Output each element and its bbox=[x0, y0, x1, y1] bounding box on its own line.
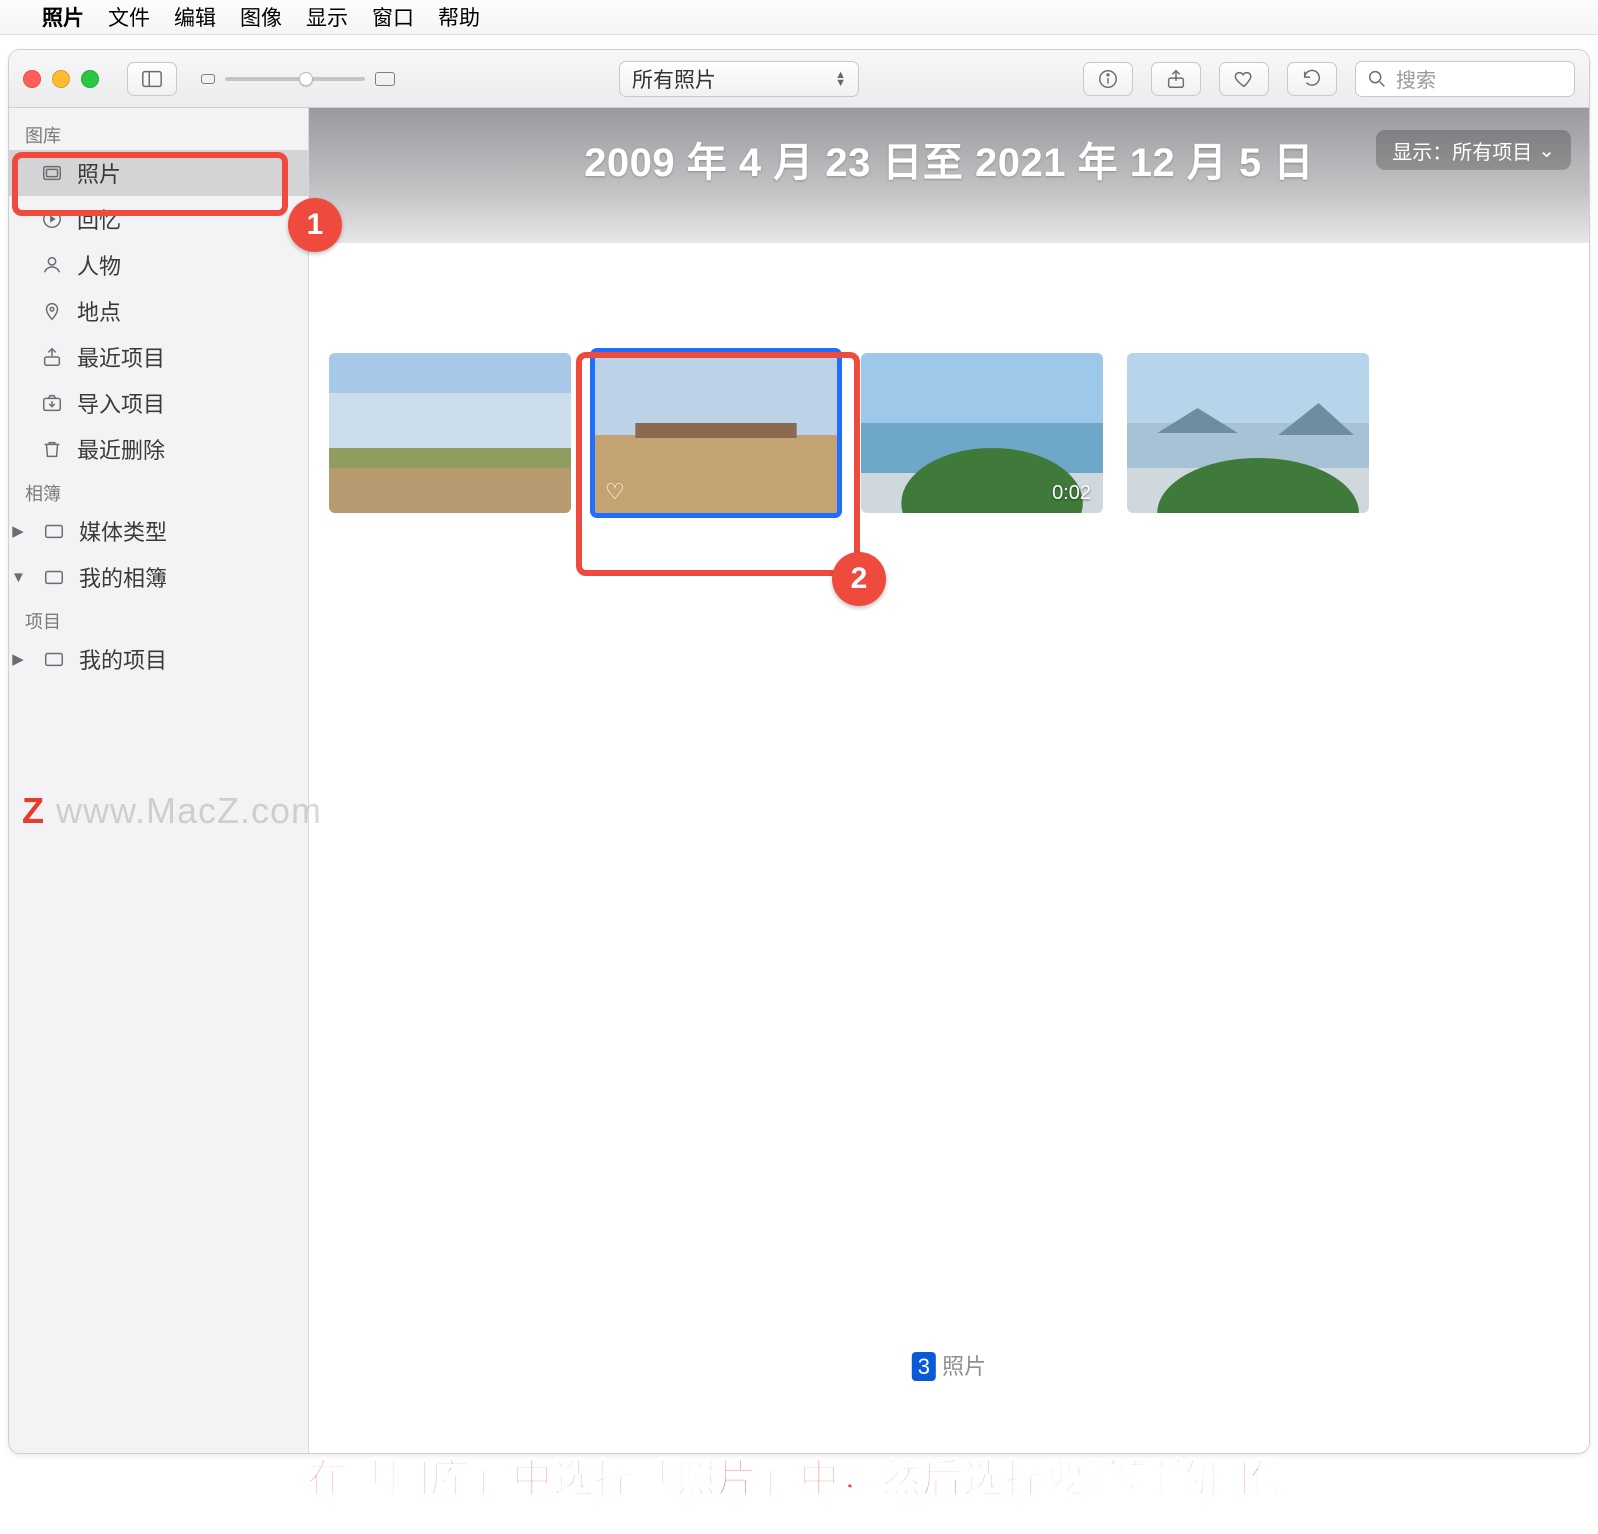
photo-thumbnail[interactable]: ♡ bbox=[595, 353, 837, 513]
zoom-out-icon bbox=[201, 74, 215, 84]
sidebar-item-label: 地点 bbox=[77, 295, 121, 327]
sidebar-section-library: 图库 bbox=[9, 114, 308, 150]
menu-image[interactable]: 图像 bbox=[240, 2, 282, 32]
sidebar: 图库 照片 回忆 人物 地点 最近项目 bbox=[9, 108, 309, 1453]
sidebar-item-label: 我的项目 bbox=[79, 643, 167, 675]
sidebar-item-people[interactable]: 人物 bbox=[9, 242, 308, 288]
sidebar-item-label: 我的相簿 bbox=[79, 561, 167, 593]
zoom-in-icon bbox=[375, 72, 395, 86]
rotate-button[interactable] bbox=[1287, 62, 1337, 96]
content-area: 2009 年 4 月 23 日至 2021 年 12 月 5 日 显示：所有项目… bbox=[309, 108, 1589, 1453]
show-filter-button[interactable]: 显示：所有项目 ⌄ bbox=[1376, 130, 1571, 170]
thumbnail-grid: ♡ 0:02 bbox=[309, 243, 1589, 513]
footer-count: 3 照片 bbox=[912, 1349, 986, 1381]
sidebar-item-media-types[interactable]: ▶ 媒体类型 bbox=[9, 508, 308, 554]
search-placeholder: 搜索 bbox=[1396, 64, 1436, 93]
people-icon bbox=[39, 253, 65, 277]
sidebar-item-label: 回忆 bbox=[77, 203, 121, 235]
imports-icon bbox=[39, 391, 65, 415]
disclosure-triangle-icon[interactable]: ▶ bbox=[11, 650, 25, 668]
heart-icon bbox=[1233, 68, 1255, 90]
dropdown-arrows-icon: ▲▼ bbox=[835, 71, 846, 87]
view-filter-label: 所有照片 bbox=[632, 64, 716, 94]
sidebar-item-recently-deleted[interactable]: 最近删除 bbox=[9, 426, 308, 472]
sidebar-item-label: 最近项目 bbox=[77, 341, 165, 373]
sidebar-item-imports[interactable]: 导入项目 bbox=[9, 380, 308, 426]
photo-thumbnail[interactable] bbox=[1127, 353, 1369, 513]
system-menubar: 照片 文件 编辑 图像 显示 窗口 帮助 bbox=[0, 0, 1598, 35]
sidebar-item-photos[interactable]: 照片 bbox=[9, 150, 308, 196]
minimize-window-button[interactable] bbox=[52, 70, 70, 88]
search-icon bbox=[1366, 68, 1388, 90]
share-icon bbox=[1165, 68, 1187, 90]
date-range-title: 2009 年 4 月 23 日至 2021 年 12 月 5 日 bbox=[584, 130, 1314, 188]
recents-icon bbox=[39, 345, 65, 369]
video-thumbnail[interactable]: 0:02 bbox=[861, 353, 1103, 513]
sidebar-section-projects: 项目 bbox=[9, 600, 308, 636]
video-duration-label: 0:02 bbox=[1052, 482, 1091, 505]
folder-icon bbox=[41, 647, 67, 671]
sidebar-item-recents[interactable]: 最近项目 bbox=[9, 334, 308, 380]
sidebar-section-albums: 相簿 bbox=[9, 472, 308, 508]
sidebar-item-memories[interactable]: 回忆 bbox=[9, 196, 308, 242]
thumbnail-zoom-slider[interactable] bbox=[201, 72, 395, 86]
menu-view[interactable]: 显示 bbox=[306, 2, 348, 32]
disclosure-triangle-icon[interactable]: ▶ bbox=[11, 522, 25, 540]
sidebar-item-label: 媒体类型 bbox=[79, 515, 167, 547]
tutorial-caption: 在「图库」中选择「照片」中，然后选择要编辑的图像 bbox=[0, 1446, 1598, 1504]
photo-thumbnail[interactable] bbox=[329, 353, 571, 513]
close-window-button[interactable] bbox=[23, 70, 41, 88]
chevron-down-icon: ⌄ bbox=[1538, 138, 1555, 163]
folder-icon bbox=[41, 565, 67, 589]
sidebar-item-my-projects[interactable]: ▶ 我的项目 bbox=[9, 636, 308, 682]
share-button[interactable] bbox=[1151, 62, 1201, 96]
sidebar-toggle-button[interactable] bbox=[127, 62, 177, 96]
window-toolbar: 所有照片 ▲▼ 搜索 bbox=[9, 50, 1589, 108]
show-filter-label: 显示：所有项目 bbox=[1392, 136, 1532, 165]
folder-icon bbox=[41, 519, 67, 543]
sidebar-item-label: 照片 bbox=[77, 157, 121, 189]
favorite-heart-icon: ♡ bbox=[605, 479, 625, 505]
rotate-icon bbox=[1301, 68, 1323, 90]
sidebar-item-places[interactable]: 地点 bbox=[9, 288, 308, 334]
menu-file[interactable]: 文件 bbox=[108, 2, 150, 32]
view-filter-dropdown[interactable]: 所有照片 ▲▼ bbox=[619, 61, 859, 97]
window-controls bbox=[23, 70, 99, 88]
menu-edit[interactable]: 编辑 bbox=[174, 2, 216, 32]
memories-icon bbox=[39, 207, 65, 231]
favorite-button[interactable] bbox=[1219, 62, 1269, 96]
sidebar-item-label: 最近删除 bbox=[77, 433, 165, 465]
info-button[interactable] bbox=[1083, 62, 1133, 96]
sidebar-item-label: 导入项目 bbox=[77, 387, 165, 419]
app-menu[interactable]: 照片 bbox=[42, 2, 84, 32]
sidebar-item-label: 人物 bbox=[77, 249, 121, 281]
zoom-window-button[interactable] bbox=[81, 70, 99, 88]
info-icon bbox=[1097, 68, 1119, 90]
menu-window[interactable]: 窗口 bbox=[372, 2, 414, 32]
search-field[interactable]: 搜索 bbox=[1355, 61, 1575, 97]
places-icon bbox=[39, 299, 65, 323]
photos-icon bbox=[39, 161, 65, 185]
menu-help[interactable]: 帮助 bbox=[438, 2, 480, 32]
disclosure-triangle-icon[interactable]: ▼ bbox=[11, 569, 25, 586]
sidebar-item-my-albums[interactable]: ▼ 我的相簿 bbox=[9, 554, 308, 600]
trash-icon bbox=[39, 437, 65, 461]
content-header: 2009 年 4 月 23 日至 2021 年 12 月 5 日 显示：所有项目… bbox=[309, 108, 1589, 243]
sidebar-toggle-icon bbox=[141, 68, 163, 90]
photos-window: 所有照片 ▲▼ 搜索 图库 照片 bbox=[8, 49, 1590, 1454]
